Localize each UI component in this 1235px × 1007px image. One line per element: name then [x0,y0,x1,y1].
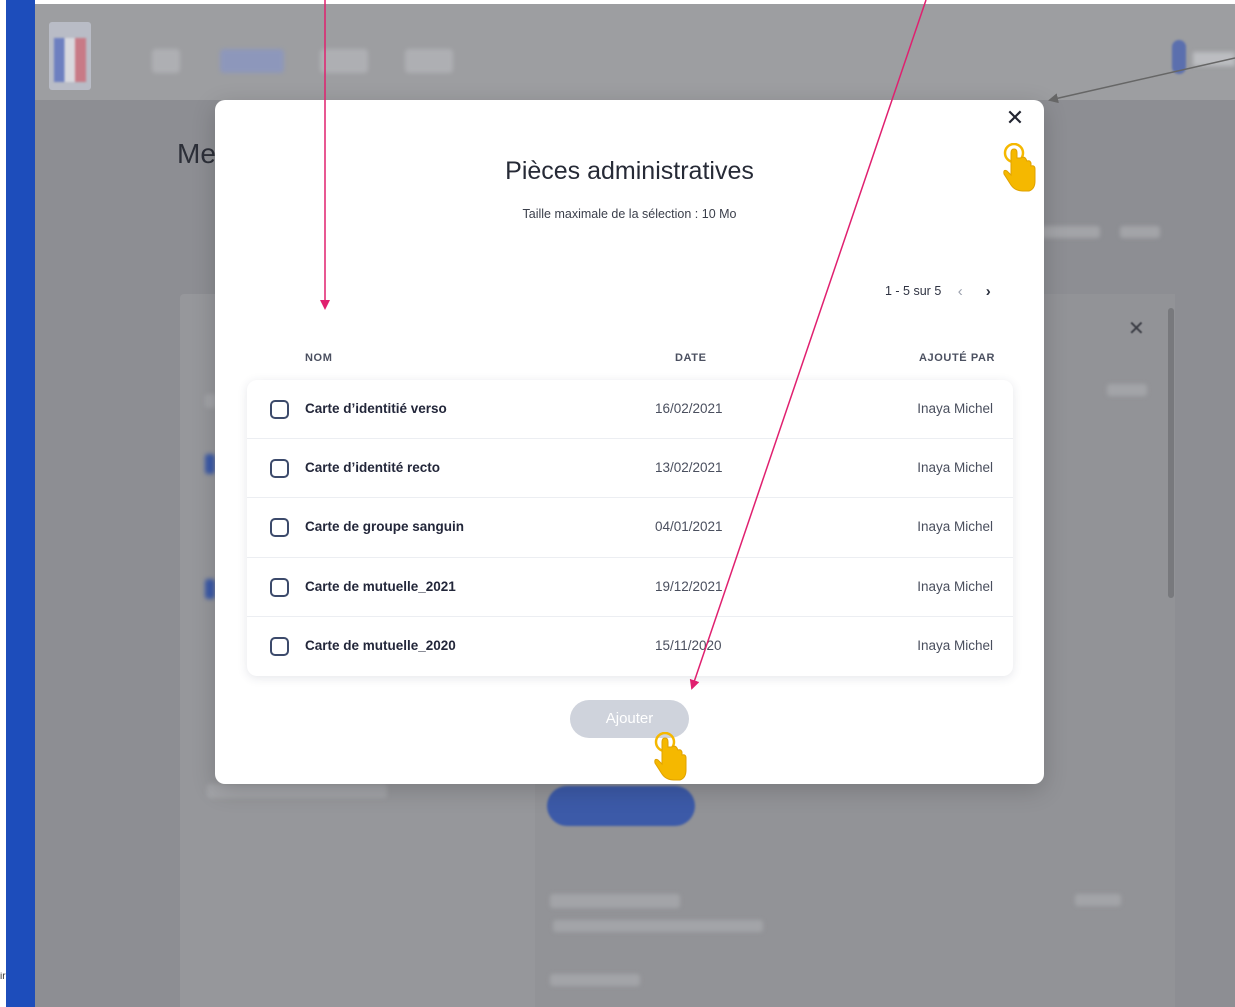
nav-item-blurred-1[interactable] [152,49,180,73]
app-logo [49,22,91,90]
chevron-right-icon[interactable]: › [977,283,999,300]
user-name-blurred [1193,52,1235,66]
pointing-hand-icon [654,732,687,781]
page-title: Me [177,138,216,169]
table-row[interactable]: Carte d’identité recto 13/02/2021 Inaya … [247,439,1013,499]
checkbox[interactable] [270,577,289,597]
file-name: Carte de mutuelle_2020 [305,637,456,653]
send-button-blurred[interactable] [547,786,695,826]
blue-side-bar [6,0,35,1007]
blurred-attachment [207,784,387,798]
file-table: Carte d’identitié verso 16/02/2021 Inaya… [247,380,1013,676]
blurred-message [550,974,640,986]
pagination: 1 - 5 sur 5 ‹ › [885,281,999,301]
page-left-edge: ir [0,0,35,1007]
blurred-date [1075,894,1121,906]
file-date: 16/02/2021 [655,401,723,416]
nav-item-blurred-2[interactable] [220,49,284,73]
user-avatar[interactable] [1172,40,1186,74]
file-name: Carte d’identité recto [305,460,441,476]
table-row[interactable]: Carte d’identitié verso 16/02/2021 Inaya… [247,380,1013,440]
file-added-by: Inaya Michel [917,401,993,416]
file-date: 19/12/2021 [655,578,723,594]
app-top-bar [35,4,1235,100]
table-row[interactable]: Carte de groupe sanguin 04/01/2021 Inaya… [247,498,1013,558]
file-name: Carte d’identitié verso [305,401,447,416]
blurred-sender [550,894,680,908]
checkbox[interactable] [270,459,289,479]
blurred-marker [205,454,215,474]
file-date: 04/01/2021 [655,519,723,535]
chevron-left-icon[interactable]: ‹ [949,283,971,300]
table-row[interactable]: Carte de mutuelle_2021 19/12/2021 Inaya … [247,558,1013,617]
file-name: Carte de groupe sanguin [305,519,465,535]
column-header-name[interactable]: NOM [305,352,332,364]
file-date: 15/11/2020 [655,637,722,653]
file-added-by: Inaya Michel [917,460,993,476]
file-added-by: Inaya Michel [917,578,993,594]
edge-glyph: ir [0,972,6,982]
nav-item-blurred-4[interactable] [405,49,453,73]
file-date: 13/02/2021 [655,460,723,476]
pointing-hand-icon [1003,143,1036,192]
close-icon[interactable]: ✕ [1003,104,1027,132]
blurred-pagination [1040,226,1100,238]
column-header-date[interactable]: DATE [675,352,707,364]
checkbox[interactable] [270,400,289,419]
blurred-marker [205,579,215,599]
modal-subtitle: Taille maximale de la sélection : 10 Mo [522,207,737,221]
column-header-added-by[interactable]: AJOUTÉ PAR [919,352,995,364]
checkbox[interactable] [270,518,289,538]
documents-modal: ✕ Pièces administratives Taille maximale… [215,100,1044,784]
table-row[interactable]: Carte de mutuelle_2020 15/11/2020 Inaya … [247,617,1013,676]
scrollbar[interactable] [1168,308,1174,598]
file-added-by: Inaya Michel [917,637,993,653]
file-added-by: Inaya Michel [917,519,993,535]
blurred-pagination-arrows [1120,226,1160,238]
close-icon[interactable]: ✕ [1128,316,1145,341]
file-name: Carte de mutuelle_2021 [305,578,456,594]
pagination-range: 1 - 5 sur 5 [885,284,942,298]
nav-item-blurred-3[interactable] [320,49,368,73]
checkbox[interactable] [270,636,289,656]
blurred-recipients [553,920,763,932]
blurred-time [1107,384,1147,396]
modal-title: Pièces administratives [505,157,754,185]
